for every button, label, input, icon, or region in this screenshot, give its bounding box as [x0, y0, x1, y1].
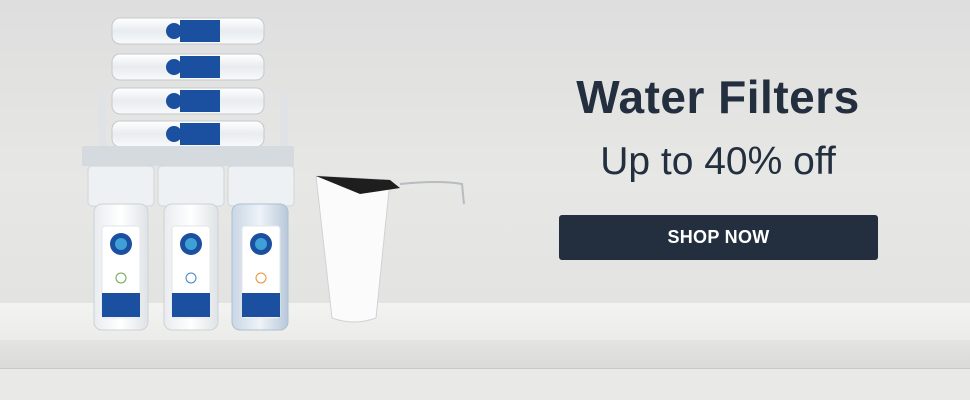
shop-now-button[interactable]: SHOP NOW — [559, 215, 878, 260]
floor-strip — [0, 369, 970, 400]
filter-housing — [87, 165, 155, 331]
countertop-edge — [0, 340, 970, 369]
membrane-tube — [111, 53, 265, 81]
banner-subheadline: Up to 40% off — [600, 140, 836, 183]
filter-housing — [157, 165, 225, 331]
filter-housing-clear — [227, 165, 295, 331]
brand-bar — [82, 146, 294, 166]
membrane-tube — [111, 87, 265, 115]
faucet-filter — [315, 175, 465, 323]
promo-banner[interactable]: Water Filters Up to 40% off SHOP NOW — [0, 0, 970, 400]
banner-headline: Water Filters — [576, 71, 860, 123]
water-purifier-illustration — [82, 17, 465, 331]
membrane-tube — [111, 120, 265, 148]
membrane-tube — [111, 17, 265, 45]
